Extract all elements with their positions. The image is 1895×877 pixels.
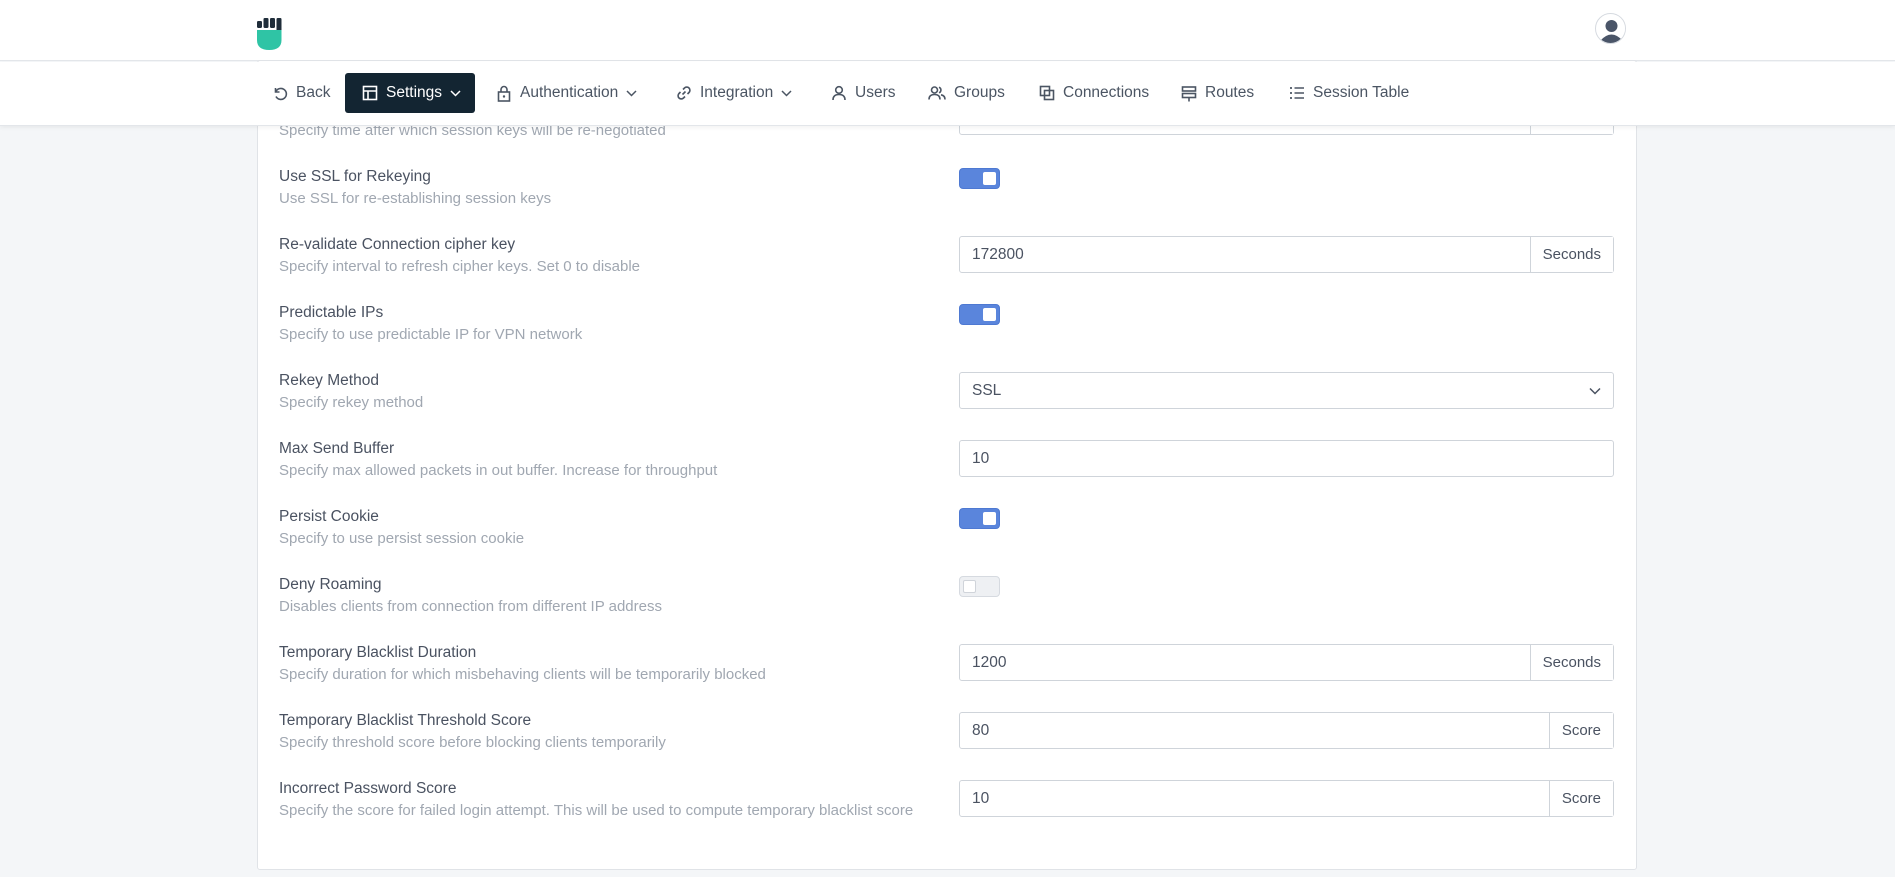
setting-row-blacklist-duration: Temporary Blacklist Duration Specify dur… [279, 644, 1615, 704]
nav-routes[interactable]: Routes [1181, 73, 1254, 113]
persist-cookie-toggle[interactable] [959, 508, 1000, 529]
setting-row-max-send-buffer: Max Send Buffer Specify max allowed pack… [279, 440, 1615, 500]
setting-label: Deny Roaming [279, 576, 382, 593]
main-nav: Back Settings Authentication Integration… [0, 62, 1895, 126]
nav-connections[interactable]: Connections [1039, 73, 1149, 113]
nav-label: Integration [700, 84, 774, 101]
blacklist-threshold-input[interactable]: 80 Score [959, 712, 1614, 749]
setting-description: Specify threshold score before blocking … [279, 734, 666, 751]
nav-label: Session Table [1313, 84, 1410, 101]
nav-authentication[interactable]: Authentication [496, 73, 637, 113]
user-avatar[interactable] [1595, 13, 1626, 44]
app-header [0, 0, 1895, 61]
unit-addon: Score [1548, 713, 1613, 748]
nav-integration[interactable]: Integration [676, 73, 792, 113]
rekey-method-select[interactable]: SSL [959, 372, 1614, 409]
layout-icon [362, 85, 378, 101]
chevron-down-icon [450, 89, 461, 97]
nav-session-table[interactable]: Session Table [1289, 73, 1409, 113]
setting-label: Temporary Blacklist Threshold Score [279, 712, 532, 729]
unit-addon: Seconds [1529, 237, 1613, 272]
nav-label: Back [296, 84, 331, 101]
lock-icon [497, 85, 511, 102]
setting-label: Predictable IPs [279, 304, 384, 321]
signpost-icon [1181, 85, 1197, 101]
chevron-down-icon [1589, 382, 1601, 400]
nav-settings[interactable]: Settings [345, 73, 476, 113]
predictable-ips-toggle[interactable] [959, 304, 1000, 325]
select-value: SSL [972, 381, 1002, 399]
setting-label: Incorrect Password Score [279, 780, 457, 797]
setting-label: Max Send Buffer [279, 440, 395, 457]
chevron-down-icon [781, 89, 792, 97]
nav-label: Authentication [520, 84, 619, 101]
incorrect-password-input[interactable]: 10 Score [959, 780, 1614, 817]
setting-label: Temporary Blacklist Duration [279, 644, 477, 661]
nav-label: Users [855, 84, 896, 101]
setting-row-rekey-method: Rekey Method Specify rekey method SSL [279, 372, 1615, 432]
setting-description: Specify to use predictable IP for VPN ne… [279, 326, 583, 343]
nav-back[interactable]: Back [272, 73, 330, 113]
setting-row-persist-cookie: Persist Cookie Specify to use persist se… [279, 508, 1615, 568]
nav-groups[interactable]: Groups [928, 73, 1005, 113]
input-value[interactable]: 80 [960, 722, 1549, 740]
user-icon [832, 85, 846, 101]
app-logo-icon[interactable] [257, 18, 285, 50]
revalidate-cipher-input[interactable]: 172800 Seconds [959, 236, 1614, 273]
setting-label: Re-validate Connection cipher key [279, 236, 516, 253]
nav-label: Routes [1205, 84, 1255, 101]
blacklist-duration-input[interactable]: 1200 Seconds [959, 644, 1614, 681]
link-icon [677, 86, 691, 100]
nav-users[interactable]: Users [831, 73, 895, 113]
setting-label: Persist Cookie [279, 508, 379, 525]
ssl-rekeying-toggle[interactable] [959, 168, 1000, 189]
nav-label: Connections [1063, 84, 1150, 101]
input-value[interactable]: 1200 [960, 654, 1530, 672]
setting-row-blacklist-threshold: Temporary Blacklist Threshold Score Spec… [279, 712, 1615, 772]
undo-icon [274, 87, 288, 101]
setting-row-ssl-rekeying: Use SSL for Rekeying Use SSL for re-esta… [279, 168, 1615, 228]
setting-label: Use SSL for Rekeying [279, 168, 431, 185]
setting-label: Rekey Method [279, 372, 379, 389]
setting-row-incorrect-password: Incorrect Password Score Specify the sco… [279, 780, 1615, 840]
input-value[interactable]: 172800 [960, 246, 1530, 264]
setting-description: Disables clients from connection from di… [279, 598, 662, 615]
connections-icon [1039, 85, 1055, 101]
max-send-buffer-input[interactable]: 10 [959, 440, 1614, 477]
input-value[interactable]: 10 [960, 790, 1549, 808]
setting-description: Specify rekey method [279, 394, 424, 411]
nav-label: Groups [954, 84, 1005, 101]
chevron-down-icon [626, 89, 637, 97]
setting-description: Specify duration for which misbehaving c… [279, 666, 766, 683]
setting-row-predictable-ips: Predictable IPs Specify to use predictab… [279, 304, 1615, 364]
users-icon [928, 86, 946, 100]
setting-description: Specify to use persist session cookie [279, 530, 525, 547]
unit-addon: Seconds [1529, 645, 1613, 680]
nav-label: Settings [386, 84, 443, 101]
input-value[interactable]: 10 [960, 450, 1613, 468]
setting-description: Specify max allowed packets in out buffe… [279, 462, 718, 479]
setting-description: Specify interval to refresh cipher keys.… [279, 258, 641, 275]
deny-roaming-toggle[interactable] [959, 576, 1000, 597]
setting-description: Use SSL for re-establishing session keys [279, 190, 552, 207]
setting-row-deny-roaming: Deny Roaming Disables clients from conne… [279, 576, 1615, 636]
setting-description: Specify the score for failed login attem… [279, 802, 914, 819]
setting-row-revalidate-cipher: Re-validate Connection cipher key Specif… [279, 236, 1615, 296]
list-icon [1290, 87, 1304, 99]
unit-addon: Score [1548, 781, 1613, 816]
